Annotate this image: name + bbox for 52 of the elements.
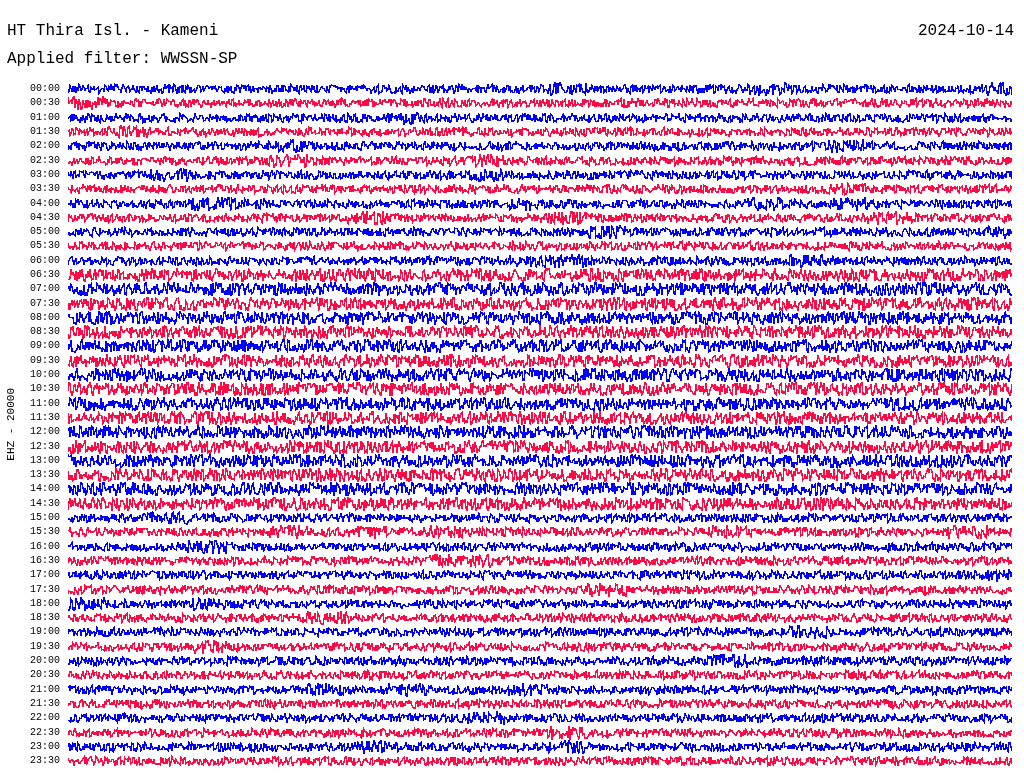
time-label: 18:00 xyxy=(29,597,61,610)
time-label: 13:30 xyxy=(29,469,61,482)
time-label: 02:00 xyxy=(29,140,61,153)
time-label: 09:30 xyxy=(29,354,61,367)
time-label: 14:00 xyxy=(29,483,61,496)
time-label: 00:00 xyxy=(29,83,61,96)
time-label: 20:30 xyxy=(29,669,61,682)
time-label: 06:30 xyxy=(29,269,61,281)
time-label: 11:30 xyxy=(29,411,61,424)
time-label: 10:00 xyxy=(29,369,61,382)
filter-label: Applied filter: WWSSN-SP xyxy=(7,49,238,70)
time-label: 15:30 xyxy=(29,526,61,539)
time-label: 19:00 xyxy=(29,626,61,639)
time-label: 07:30 xyxy=(29,297,61,310)
time-label: 17:00 xyxy=(29,569,61,582)
time-label: 17:30 xyxy=(29,583,61,596)
time-label: 04:30 xyxy=(29,211,61,224)
time-label: 16:00 xyxy=(29,540,61,553)
time-label: 12:30 xyxy=(29,440,61,453)
time-label: 02:30 xyxy=(29,154,61,167)
time-label: 01:30 xyxy=(29,126,61,139)
time-label: 12:00 xyxy=(29,426,61,439)
time-label: 23:00 xyxy=(29,740,61,753)
time-label: 21:00 xyxy=(29,683,61,696)
time-label: 03:00 xyxy=(29,168,61,181)
time-label: 07:00 xyxy=(29,283,61,296)
time-label: 06:00 xyxy=(29,254,61,267)
time-label: 08:30 xyxy=(29,326,61,339)
time-label: 23:30 xyxy=(29,755,61,768)
channel-axis-label: EHZ - 20000 xyxy=(3,387,18,461)
time-label: 13:00 xyxy=(29,454,61,467)
time-label: 05:30 xyxy=(29,240,61,253)
time-label: 15:00 xyxy=(29,512,61,525)
time-label: 21:30 xyxy=(29,697,61,710)
time-label: 05:00 xyxy=(29,226,61,239)
time-label: 11:00 xyxy=(29,397,61,410)
time-label: 03:30 xyxy=(29,183,61,196)
date-label: 2024-10-14 xyxy=(918,21,1015,42)
time-label: 20:00 xyxy=(29,655,61,667)
time-label: 04:00 xyxy=(29,197,61,210)
time-label: 18:30 xyxy=(29,612,61,625)
time-label: 14:30 xyxy=(29,497,61,510)
time-label: 22:00 xyxy=(29,712,61,725)
station-title: HT Thira Isl. - Kameni xyxy=(7,21,220,42)
time-label: 10:30 xyxy=(29,383,61,396)
time-label: 16:30 xyxy=(29,554,61,567)
time-label: 22:30 xyxy=(29,726,61,739)
time-label: 00:30 xyxy=(29,97,61,110)
time-label: 09:00 xyxy=(29,340,61,353)
time-label: 19:30 xyxy=(29,640,61,653)
time-label: 01:00 xyxy=(29,111,61,124)
time-label: 08:00 xyxy=(29,311,61,324)
